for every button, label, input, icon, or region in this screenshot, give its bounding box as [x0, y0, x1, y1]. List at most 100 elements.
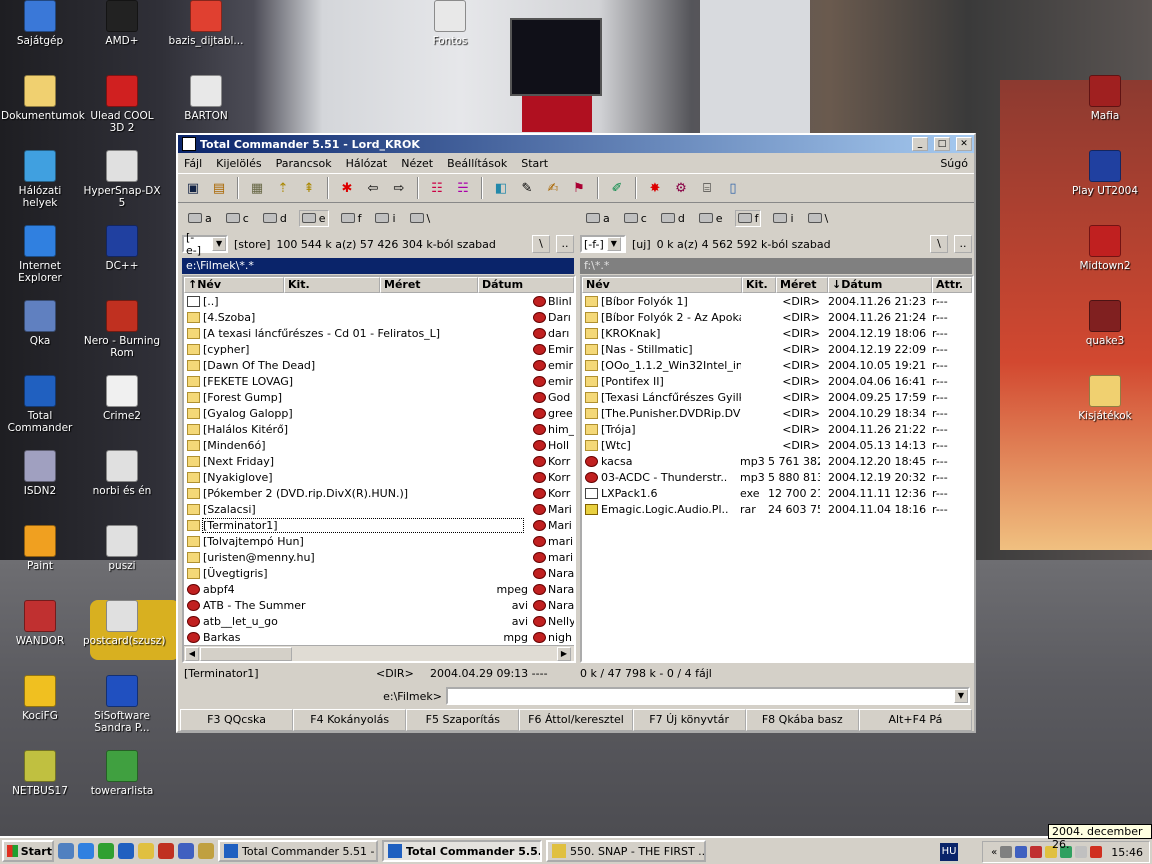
- right-root-button[interactable]: \: [930, 235, 948, 253]
- drive-button-c[interactable]: c: [224, 211, 251, 226]
- task-total-commander-2[interactable]: Total Commander 5.5...: [382, 840, 542, 862]
- desktop-icon[interactable]: Ulead COOL 3D 2: [83, 75, 161, 134]
- quicklaunch-app-icon[interactable]: [158, 843, 174, 859]
- quicklaunch-paint-icon[interactable]: [198, 843, 214, 859]
- file-row[interactable]: [Tolvajtempó Hun] mari: [184, 533, 574, 549]
- drive-button-a[interactable]: a: [584, 211, 612, 226]
- desktop-icon[interactable]: towerarlista: [83, 750, 161, 797]
- drive-button-d[interactable]: d: [261, 211, 289, 226]
- file-row[interactable]: [4.Szoba] Darı: [184, 309, 574, 325]
- f6-move-button[interactable]: F6 Áttol/keresztel: [519, 709, 633, 731]
- left-col-date[interactable]: Dátum: [478, 277, 574, 293]
- desktop-icon[interactable]: Hálózati helyek: [1, 150, 79, 209]
- app-launch-icon[interactable]: ⚙: [670, 177, 692, 199]
- back-icon[interactable]: ⇦: [362, 177, 384, 199]
- f7-newfolder-button[interactable]: F7 Új könyvtár: [632, 709, 746, 731]
- tray-antivirus-icon[interactable]: [1030, 846, 1043, 858]
- menu-config[interactable]: Beállítások: [447, 157, 507, 170]
- f8-delete-button[interactable]: F8 Qkába basz: [745, 709, 859, 731]
- maximize-button[interactable]: □: [934, 137, 950, 151]
- file-row[interactable]: 03-ACDC - Thunderstr.. mp3 5 880 813 2004.1…: [582, 469, 972, 485]
- window-title-bar[interactable]: Total Commander 5.51 - Lord_KROK _ □ ✕: [178, 135, 974, 153]
- desktop-icon[interactable]: Paint: [1, 525, 79, 572]
- file-row[interactable]: [Terminator1] Mari: [184, 517, 574, 533]
- desktop-icon[interactable]: ISDN2: [1, 450, 79, 497]
- desktop-icon[interactable]: BARTON: [167, 75, 245, 122]
- tray-app-icon[interactable]: [1015, 846, 1028, 858]
- file-row[interactable]: [Texasi Láncfűrészes Gyilko..] <DIR> 2004.…: [582, 389, 972, 405]
- quicklaunch-tc-icon[interactable]: [118, 843, 134, 859]
- menu-start[interactable]: Start: [521, 157, 548, 170]
- desktop-icon[interactable]: Mafia: [1066, 75, 1144, 122]
- command-line-input[interactable]: ▼: [446, 687, 970, 705]
- quicklaunch-desktop-icon[interactable]: [58, 843, 74, 859]
- file-row[interactable]: [Nas - Stillmatic] <DIR> 2004.12.19 22:09 r…: [582, 341, 972, 357]
- tree-icon[interactable]: ▤: [208, 177, 230, 199]
- language-indicator[interactable]: HU: [940, 843, 958, 861]
- desktop-icon[interactable]: norbi és én: [83, 450, 161, 497]
- scroll-thumb[interactable]: [200, 647, 292, 661]
- edit-icon[interactable]: ✎: [516, 177, 538, 199]
- file-row[interactable]: [OOo_1.1.2_Win32Intel_inst..] <DIR> 2004.1…: [582, 357, 972, 373]
- file-row[interactable]: [A texasi láncfűrészes - Cd 01 - Felirat…: [184, 325, 574, 341]
- desktop-icon[interactable]: postcard(szusz): [83, 600, 166, 647]
- quicklaunch-media-icon[interactable]: [98, 843, 114, 859]
- file-row[interactable]: [Forest Gump] God: [184, 389, 574, 405]
- desktop-icon[interactable]: AMD+: [83, 0, 161, 47]
- menu-net[interactable]: Hálózat: [346, 157, 388, 170]
- minimize-button[interactable]: _: [912, 137, 928, 151]
- drive-button-i[interactable]: i: [373, 211, 397, 226]
- file-row[interactable]: atb__let_u_go avi Nelly: [184, 613, 574, 629]
- right-drive-combo[interactable]: [-f-] ▼: [580, 235, 626, 253]
- desktop-icon[interactable]: SiSoftware Sandra P...: [83, 675, 161, 734]
- desktop-icon[interactable]: Dokumentumok: [1, 75, 85, 122]
- file-row[interactable]: [Gyalog Galopp] gree: [184, 405, 574, 421]
- file-row[interactable]: kacsa mp3 5 761 382 2004.12.20 18:45 r---: [582, 453, 972, 469]
- desktop-icon[interactable]: Play UT2004: [1066, 150, 1144, 197]
- file-row[interactable]: [Üvegtigris] Nara: [184, 565, 574, 581]
- file-row[interactable]: [Next Friday] Korr: [184, 453, 574, 469]
- scroll-left-icon[interactable]: ◀: [185, 647, 199, 661]
- task-snap[interactable]: 550. SNAP - THE FIRST ...: [546, 840, 706, 862]
- right-col-size[interactable]: Méret: [776, 277, 828, 293]
- splat-icon[interactable]: ✸: [644, 177, 666, 199]
- start-button[interactable]: Start: [2, 840, 54, 862]
- quicklaunch-pen-icon[interactable]: [138, 843, 154, 859]
- file-row[interactable]: [Pókember 2 (DVD.rip.DivX(R).HUN.)] Korr: [184, 485, 574, 501]
- file-row[interactable]: [Szalacsi] Mari: [184, 501, 574, 517]
- file-row[interactable]: Emagic.Logic.Audio.Pl.. rar 24 603 755 2004…: [582, 501, 972, 517]
- drive-button-network[interactable]: \: [408, 211, 433, 226]
- quicklaunch-ut-icon[interactable]: [178, 843, 194, 859]
- tray-expand-icon[interactable]: «: [991, 847, 997, 858]
- close-button[interactable]: ✕: [956, 137, 972, 151]
- desktop-icon[interactable]: Nero - Burning Rom: [83, 300, 161, 359]
- file-row[interactable]: [Halálos Kitérő] him_: [184, 421, 574, 437]
- tree-view-icon[interactable]: ⇞: [298, 177, 320, 199]
- right-col-attr[interactable]: Attr.: [932, 277, 972, 293]
- total-commander-window[interactable]: Total Commander 5.51 - Lord_KROK _ □ ✕ F…: [176, 133, 976, 733]
- file-row[interactable]: [FEKETE LOVAG] emir: [184, 373, 574, 389]
- altf4-exit-button[interactable]: Alt+F4 Pá: [858, 709, 972, 731]
- menu-commands[interactable]: Parancsok: [276, 157, 332, 170]
- left-file-panel[interactable]: ↑Név Kit. Méret Dátum [..] Blinl [4.Szoba]…: [182, 275, 576, 663]
- notepad-icon[interactable]: ✍: [542, 177, 564, 199]
- file-row[interactable]: [KROKnak] <DIR> 2004.12.19 18:06 r---: [582, 325, 972, 341]
- drive-button-c[interactable]: c: [622, 211, 649, 226]
- pack-icon[interactable]: ◧: [490, 177, 512, 199]
- desktop-icon[interactable]: KociFG: [1, 675, 79, 722]
- f4-edit-button[interactable]: F4 Kokányolás: [293, 709, 407, 731]
- file-row[interactable]: [Trója] <DIR> 2004.11.26 21:22 r---: [582, 421, 972, 437]
- left-hscrollbar[interactable]: ◀ ▶: [184, 645, 574, 661]
- clock[interactable]: 15:46: [1111, 846, 1143, 859]
- file-row[interactable]: [Wtc] <DIR> 2004.05.13 14:13 r---: [582, 437, 972, 453]
- tray-alert-icon[interactable]: [1090, 846, 1103, 858]
- select-all-icon[interactable]: ✱: [336, 177, 358, 199]
- file-row[interactable]: [uristen@menny.hu] mari: [184, 549, 574, 565]
- drive-button-d[interactable]: d: [659, 211, 687, 226]
- paint-icon[interactable]: ✐: [606, 177, 628, 199]
- left-path-title[interactable]: e:\Filmek\*.*: [182, 258, 574, 274]
- left-col-name[interactable]: ↑Név: [184, 277, 284, 293]
- menu-view[interactable]: Nézet: [401, 157, 433, 170]
- desktop-icon[interactable]: WANDOR: [1, 600, 79, 647]
- desktop-icon[interactable]: bazis_dijtabl...: [167, 0, 245, 47]
